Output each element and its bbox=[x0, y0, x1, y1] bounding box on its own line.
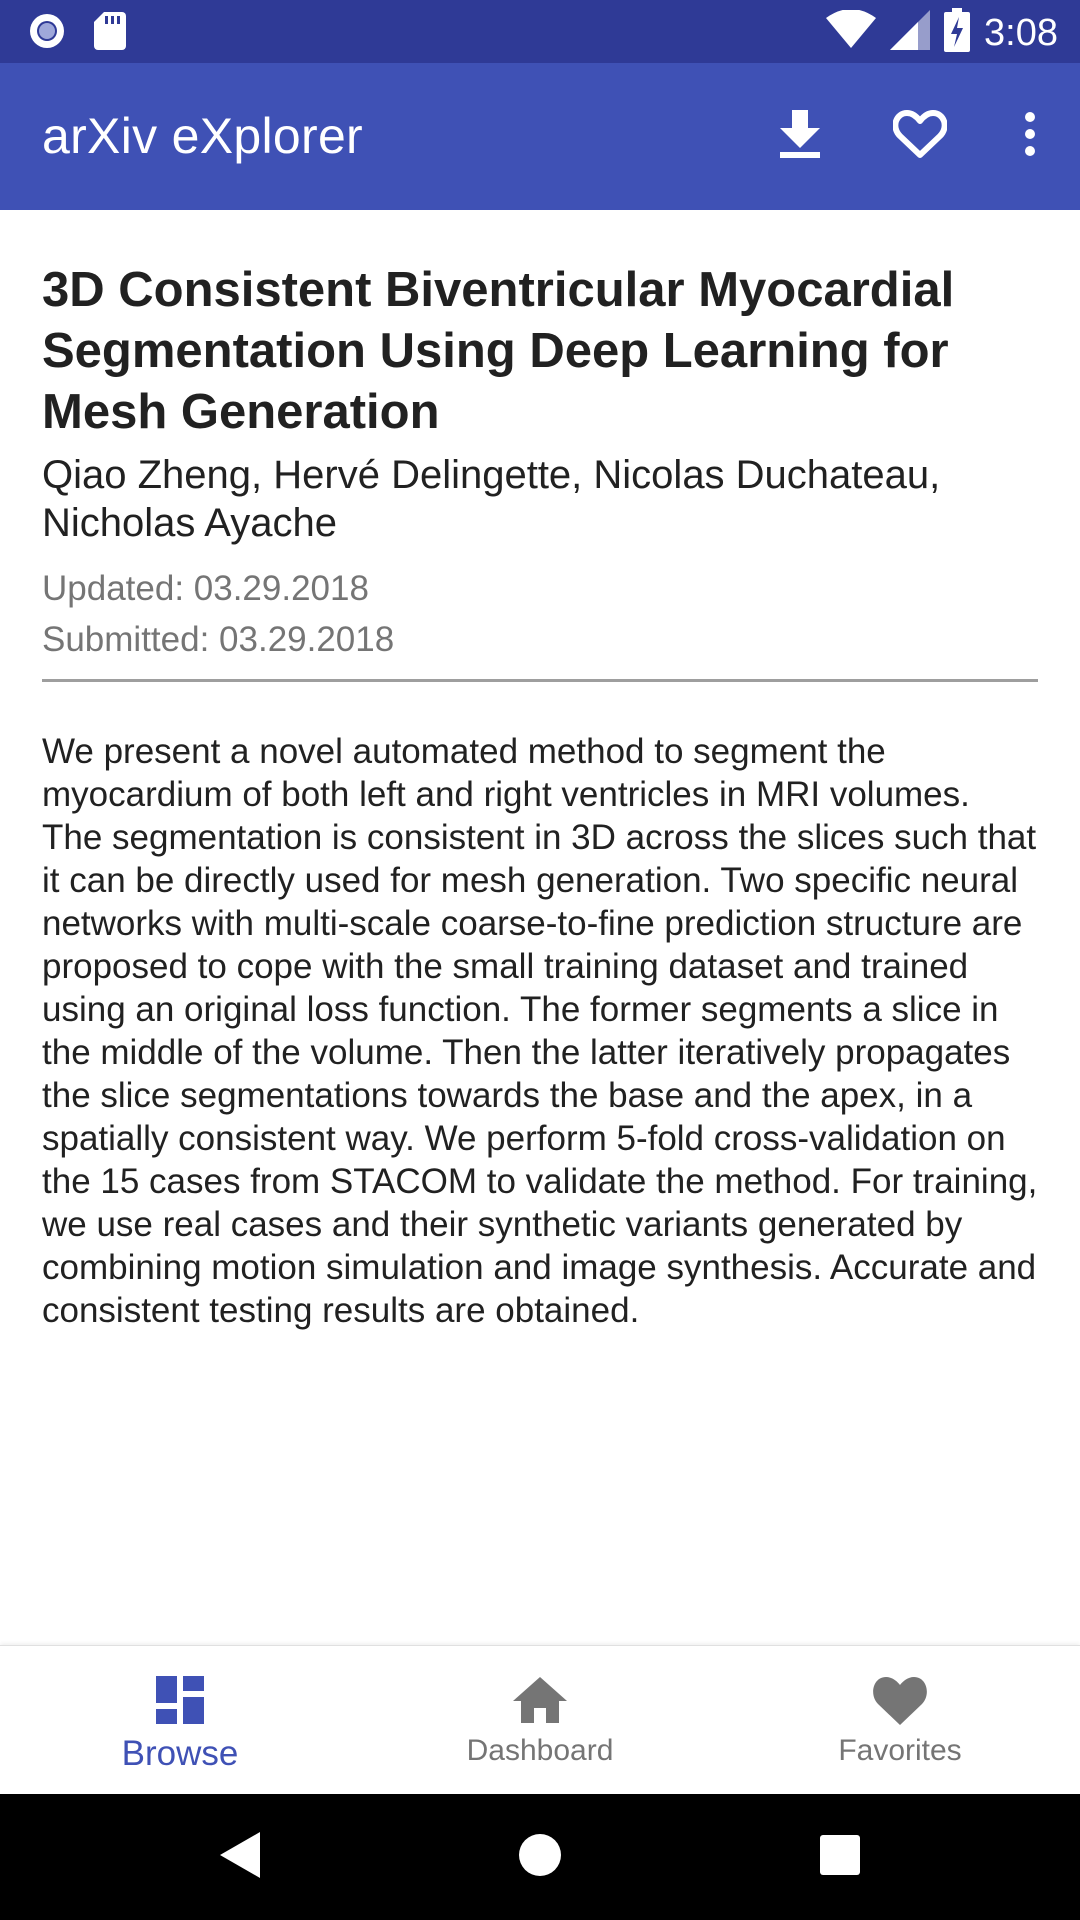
nav-dashboard-label: Dashboard bbox=[466, 1734, 614, 1767]
back-triangle-icon bbox=[220, 1831, 260, 1883]
divider bbox=[42, 679, 1038, 682]
download-icon bbox=[778, 110, 822, 163]
status-bar: 3:08 bbox=[0, 0, 1080, 63]
nav-browse[interactable]: Browse bbox=[0, 1646, 360, 1794]
paper-details: 3D Consistent Biventricular Myocardial S… bbox=[42, 210, 1038, 1332]
app-bar: arXiv eXplorer bbox=[0, 63, 1080, 210]
bottom-navigation: Browse Dashboard Favorites bbox=[0, 1645, 1080, 1794]
nav-dashboard[interactable]: Dashboard bbox=[360, 1646, 720, 1794]
app-title: arXiv eXplorer bbox=[42, 108, 363, 164]
favorite-button[interactable] bbox=[860, 77, 980, 197]
favorite-outline-icon bbox=[892, 109, 948, 164]
home-button[interactable] bbox=[390, 1794, 690, 1920]
recents-button[interactable] bbox=[690, 1794, 990, 1920]
cell-signal-icon bbox=[890, 10, 931, 55]
paper-title: 3D Consistent Biventricular Myocardial S… bbox=[42, 263, 955, 439]
clock: 3:08 bbox=[984, 11, 1058, 54]
updated-date: Updated: 03.29.2018 bbox=[42, 569, 369, 608]
sd-card-icon bbox=[94, 12, 126, 55]
system-navigation-bar bbox=[0, 1794, 1080, 1920]
paper-dates: Updated: 03.29.2018 Submitted: 03.29.201… bbox=[42, 563, 1038, 665]
wifi-icon bbox=[826, 9, 877, 55]
heart-icon bbox=[872, 1672, 928, 1728]
submitted-date: Submitted: 03.29.2018 bbox=[42, 620, 395, 659]
nav-browse-label: Browse bbox=[121, 1734, 239, 1773]
home-icon bbox=[513, 1672, 567, 1728]
back-button[interactable] bbox=[90, 1794, 390, 1920]
nav-favorites[interactable]: Favorites bbox=[720, 1646, 1080, 1794]
dashboard-grid-icon bbox=[156, 1672, 204, 1728]
paper-authors: Qiao Zheng, Hervé Delingette, Nicolas Du… bbox=[42, 453, 941, 545]
home-circle-icon bbox=[518, 1833, 562, 1882]
recents-square-icon bbox=[820, 1834, 860, 1880]
more-options-button[interactable] bbox=[980, 77, 1080, 197]
download-button[interactable] bbox=[740, 77, 860, 197]
more-vert-icon bbox=[1024, 112, 1036, 161]
notification-dot-icon bbox=[28, 12, 66, 55]
battery-charging-icon bbox=[944, 8, 971, 57]
paper-abstract: We present a novel automated method to s… bbox=[42, 732, 1038, 1330]
nav-favorites-label: Favorites bbox=[838, 1734, 962, 1767]
